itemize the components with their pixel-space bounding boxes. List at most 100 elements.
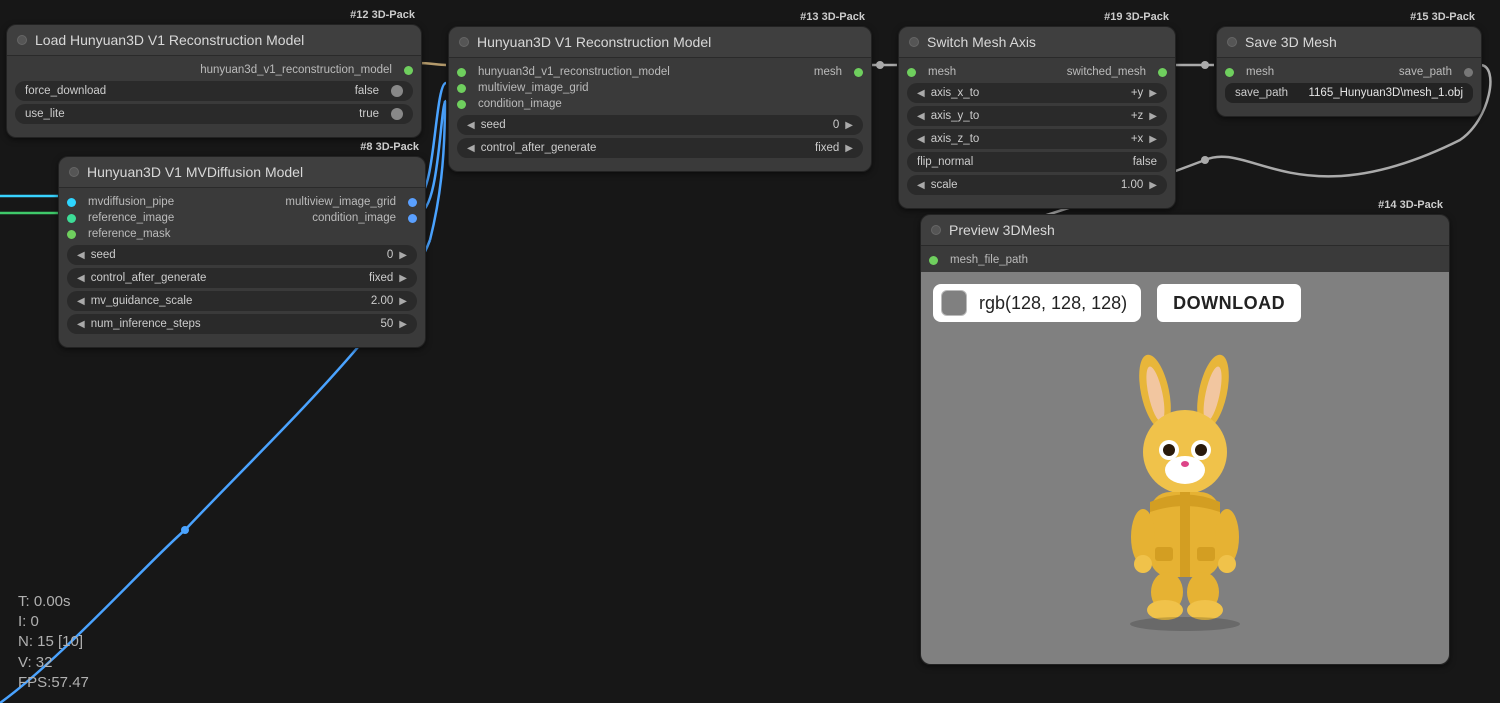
output-port-icon[interactable]	[854, 68, 863, 77]
toggle-dot-icon[interactable]	[391, 85, 403, 97]
chevron-left-icon[interactable]: ◀	[77, 296, 85, 307]
chevron-right-icon[interactable]: ▶	[399, 296, 407, 307]
input-label: mesh_file_path	[950, 254, 1028, 266]
preview-viewport[interactable]: rgb(128, 128, 128) DOWNLOAD	[921, 272, 1449, 664]
input-port-icon[interactable]	[67, 198, 76, 207]
widget-control-after-generate[interactable]: ◀control_after_generate fixed▶	[67, 268, 417, 288]
node-title: Preview 3DMesh	[949, 222, 1055, 238]
input-port-icon[interactable]	[67, 214, 76, 223]
output-port-icon[interactable]	[408, 198, 417, 207]
color-swatch-icon[interactable]	[941, 290, 967, 316]
download-button[interactable]: DOWNLOAD	[1157, 284, 1301, 322]
node-badge: #13 3D-Pack	[800, 11, 865, 23]
input-port-icon[interactable]	[67, 230, 76, 239]
canvas-stats: T: 0.00s I: 0 N: 15 [10] V: 32 FPS:57.47	[18, 592, 89, 693]
input-port-icon[interactable]	[1225, 68, 1234, 77]
widget-value: 1165_Hunyuan3D\mesh_1.obj	[1308, 87, 1463, 99]
collapse-dot-icon[interactable]	[1227, 37, 1237, 47]
widget-value: true	[359, 108, 379, 120]
node-header[interactable]: Hunyuan3D V1 MVDiffusion Model	[59, 157, 425, 188]
node-header[interactable]: Preview 3DMesh	[921, 215, 1449, 246]
input-port-icon[interactable]	[907, 68, 916, 77]
widget-value: +z	[1131, 110, 1143, 122]
node-title: Save 3D Mesh	[1245, 34, 1337, 50]
toggle-dot-icon[interactable]	[391, 108, 403, 120]
node-header[interactable]: Hunyuan3D V1 Reconstruction Model	[449, 27, 871, 58]
widget-label: num_inference_steps	[91, 318, 201, 330]
input-label: reference_mask	[88, 228, 170, 240]
widget-axis-z-to[interactable]: ◀axis_z_to +x▶	[907, 129, 1167, 149]
stat-nodes: N: 15 [10]	[18, 632, 89, 652]
input-label: reference_image	[88, 212, 174, 224]
input-port-icon[interactable]	[457, 84, 466, 93]
widget-label: seed	[91, 249, 116, 261]
widget-use-lite[interactable]: use_lite true	[15, 104, 413, 124]
chevron-right-icon[interactable]: ▶	[1149, 134, 1157, 145]
node-header[interactable]: Switch Mesh Axis	[899, 27, 1175, 58]
node-preview-3dmesh[interactable]: #14 3D-Pack Preview 3DMesh mesh_file_pat…	[920, 214, 1450, 665]
chevron-left-icon[interactable]: ◀	[77, 250, 85, 261]
node-load-recon[interactable]: #12 3D-Pack Load Hunyuan3D V1 Reconstruc…	[6, 24, 422, 138]
output-port-icon[interactable]	[1464, 68, 1473, 77]
chevron-left-icon[interactable]: ◀	[467, 143, 475, 154]
chevron-left-icon[interactable]: ◀	[467, 120, 475, 131]
input-label: condition_image	[478, 98, 562, 110]
chevron-right-icon[interactable]: ▶	[1149, 111, 1157, 122]
node-mvdiffusion[interactable]: #8 3D-Pack Hunyuan3D V1 MVDiffusion Mode…	[58, 156, 426, 348]
node-save-3d-mesh[interactable]: #15 3D-Pack Save 3D Mesh mesh save_path …	[1216, 26, 1482, 117]
widget-value: 50	[381, 318, 394, 330]
chevron-right-icon[interactable]: ▶	[1149, 88, 1157, 99]
node-title: Hunyuan3D V1 MVDiffusion Model	[87, 164, 303, 180]
stat-time: T: 0.00s	[18, 592, 89, 612]
chevron-left-icon[interactable]: ◀	[77, 319, 85, 330]
chevron-left-icon[interactable]: ◀	[917, 134, 925, 145]
collapse-dot-icon[interactable]	[909, 37, 919, 47]
node-reconstruction[interactable]: #13 3D-Pack Hunyuan3D V1 Reconstruction …	[448, 26, 872, 172]
widget-label: save_path	[1235, 87, 1288, 99]
widget-label: seed	[481, 119, 506, 131]
widget-label: force_download	[25, 85, 106, 97]
chevron-right-icon[interactable]: ▶	[399, 273, 407, 284]
input-port-icon[interactable]	[457, 68, 466, 77]
widget-seed[interactable]: ◀seed 0▶	[67, 245, 417, 265]
output-port-icon[interactable]	[1158, 68, 1167, 77]
widget-value: +y	[1131, 87, 1143, 99]
widget-axis-x-to[interactable]: ◀axis_x_to +y▶	[907, 83, 1167, 103]
chevron-left-icon[interactable]: ◀	[77, 273, 85, 284]
node-title: Load Hunyuan3D V1 Reconstruction Model	[35, 32, 304, 48]
chevron-right-icon[interactable]: ▶	[1149, 180, 1157, 191]
node-header[interactable]: Load Hunyuan3D V1 Reconstruction Model	[7, 25, 421, 56]
chevron-right-icon[interactable]: ▶	[399, 319, 407, 330]
widget-axis-y-to[interactable]: ◀axis_y_to +z▶	[907, 106, 1167, 126]
input-port-icon[interactable]	[457, 100, 466, 109]
output-port-icon[interactable]	[408, 214, 417, 223]
collapse-dot-icon[interactable]	[69, 167, 79, 177]
node-header[interactable]: Save 3D Mesh	[1217, 27, 1481, 58]
collapse-dot-icon[interactable]	[17, 35, 27, 45]
widget-num-inference-steps[interactable]: ◀ num_inference_steps 50 ▶	[67, 314, 417, 334]
background-color-picker[interactable]: rgb(128, 128, 128)	[933, 284, 1141, 322]
chevron-left-icon[interactable]: ◀	[917, 111, 925, 122]
chevron-right-icon[interactable]: ▶	[845, 143, 853, 154]
widget-force-download[interactable]: force_download false	[15, 81, 413, 101]
widget-label: scale	[931, 179, 958, 191]
widget-scale[interactable]: ◀scale 1.00▶	[907, 175, 1167, 195]
output-label: save_path	[1399, 66, 1452, 78]
chevron-right-icon[interactable]: ▶	[399, 250, 407, 261]
widget-mv-guidance-scale[interactable]: ◀mv_guidance_scale 2.00▶	[67, 291, 417, 311]
collapse-dot-icon[interactable]	[931, 225, 941, 235]
preview-3d-canvas[interactable]	[933, 332, 1437, 652]
widget-control-after-generate[interactable]: ◀control_after_generate fixed▶	[457, 138, 863, 158]
input-label: mvdiffusion_pipe	[88, 196, 174, 208]
widget-label: control_after_generate	[481, 142, 597, 154]
node-switch-mesh-axis[interactable]: #19 3D-Pack Switch Mesh Axis mesh switch…	[898, 26, 1176, 209]
output-port-icon[interactable]	[404, 66, 413, 75]
widget-flip-normal[interactable]: flip_normal false	[907, 152, 1167, 172]
chevron-left-icon[interactable]: ◀	[917, 180, 925, 191]
chevron-right-icon[interactable]: ▶	[845, 120, 853, 131]
widget-seed[interactable]: ◀seed 0▶	[457, 115, 863, 135]
chevron-left-icon[interactable]: ◀	[917, 88, 925, 99]
collapse-dot-icon[interactable]	[459, 37, 469, 47]
input-port-icon[interactable]	[929, 256, 938, 265]
widget-save-path[interactable]: save_path 1165_Hunyuan3D\mesh_1.obj	[1225, 83, 1473, 103]
